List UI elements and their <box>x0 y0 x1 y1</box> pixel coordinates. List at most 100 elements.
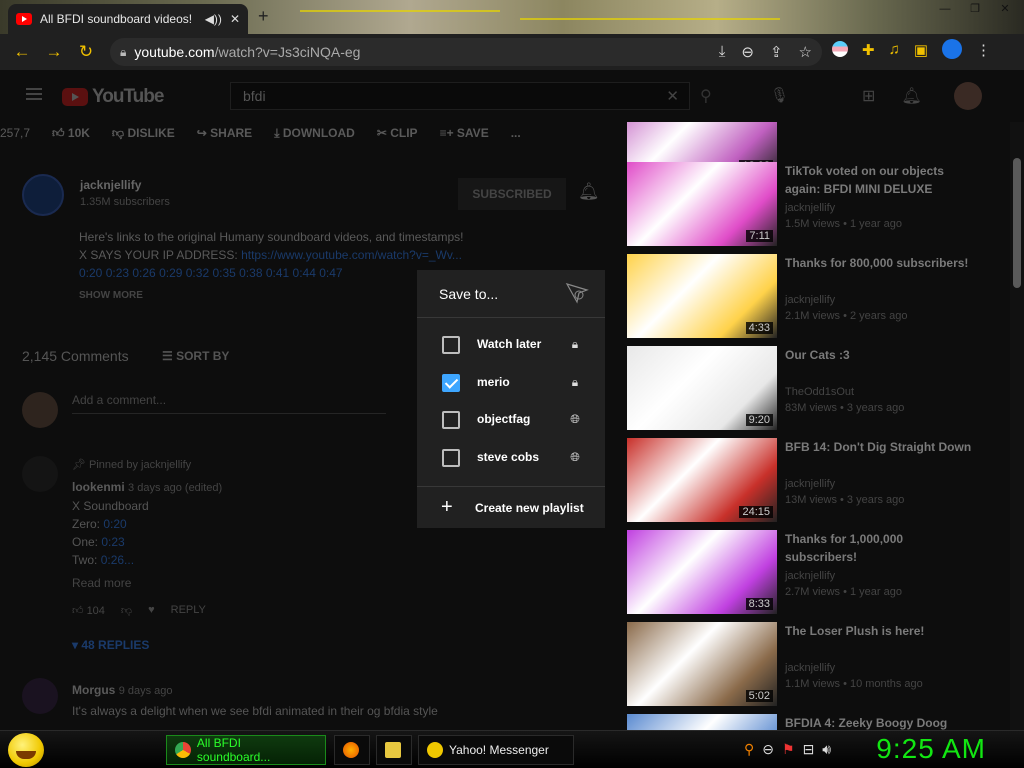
tab-close-icon[interactable]: ✕ <box>230 12 240 26</box>
forward-icon[interactable]: → <box>38 42 70 62</box>
video-title[interactable]: Thanks for 800,000 subscribers! <box>785 254 975 272</box>
chrome-menu-icon[interactable]: ⋮ <box>976 41 991 59</box>
video-title[interactable]: The Loser Plush is here! <box>785 622 975 640</box>
playlist-checkbox[interactable] <box>442 449 460 467</box>
start-button-smiley-icon[interactable] <box>8 733 44 767</box>
comment-time[interactable]: 3 days ago (edited) <box>128 482 222 494</box>
playlist-option[interactable]: steve cobs 🌐︎ <box>417 443 605 473</box>
share-button[interactable]: ↪ SHARE <box>197 126 252 141</box>
video-channel[interactable]: jacknjellify <box>785 662 835 674</box>
read-more-button[interactable]: Read more <box>72 576 131 590</box>
lock-icon[interactable]: 🔒︎ <box>120 45 126 60</box>
zoom-icon[interactable]: ⊖ <box>741 43 754 61</box>
search-input[interactable]: bfdi ✕ <box>230 82 690 110</box>
scrollbar-thumb[interactable] <box>1013 158 1021 288</box>
show-more-button[interactable]: SHOW MORE <box>79 290 143 301</box>
video-title[interactable]: TikTok voted on our objects again: BFDI … <box>785 162 975 198</box>
video-channel[interactable]: jacknjellify <box>785 202 835 214</box>
like-button[interactable]: 👍︎ 10K <box>52 126 90 141</box>
dislike-button[interactable]: 👎︎ DISLIKE <box>112 126 175 141</box>
new-tab-icon[interactable]: + <box>258 6 269 27</box>
side-panel-icon[interactable]: ▣ <box>914 41 928 59</box>
video-thumbnail[interactable]: 4:33 <box>627 254 777 338</box>
avatar[interactable] <box>22 456 58 492</box>
add-comment-input[interactable]: Add a comment... <box>72 393 386 414</box>
related-video-item[interactable]: 5:02 The Loser Plush is here! jacknjellify… <box>627 622 1007 708</box>
playlist-option[interactable]: merio 🔒︎ <box>417 368 605 398</box>
video-thumbnail[interactable] <box>627 714 777 730</box>
comment-author[interactable]: lookenmi <box>72 480 125 494</box>
video-channel[interactable]: TheOdd1sOut <box>785 386 854 398</box>
download-button[interactable]: ⤓ DOWNLOAD <box>274 126 355 141</box>
taskbar-chrome-button[interactable]: All BFDI soundboard... <box>166 735 326 765</box>
share-icon[interactable]: ⇪ <box>770 43 783 61</box>
timestamp-link[interactable]: 0:26... <box>101 553 134 567</box>
puzzle-extensions-icon[interactable]: ✚ <box>862 41 875 59</box>
stop-tray-icon[interactable]: ⊖ <box>762 741 774 758</box>
video-title[interactable]: Thanks for 1,000,000 subscribers! <box>785 530 975 566</box>
back-icon[interactable]: ← <box>6 42 38 62</box>
reload-icon[interactable]: ↻ <box>70 42 102 62</box>
page-scrollbar[interactable] <box>1010 122 1024 730</box>
related-video-item[interactable]: 7:11 TikTok voted on our objects again: B… <box>627 162 1007 248</box>
playlist-option[interactable]: objectfag 🌐︎ <box>417 405 605 435</box>
save-button[interactable]: ≡+ SAVE <box>440 126 489 141</box>
comment-like-button[interactable]: 👍︎ 104 <box>72 604 105 617</box>
window-close-icon[interactable]: ✕ <box>992 2 1018 16</box>
microphone-icon[interactable]: 🎙︎ <box>770 86 789 104</box>
clip-button[interactable]: ✂ CLIP <box>377 126 418 141</box>
subscribed-button[interactable]: SUBSCRIBED <box>458 178 566 210</box>
video-thumbnail[interactable]: 9:20 <box>627 346 777 430</box>
address-bar[interactable]: 🔒︎ youtube.com/watch?v=Js3ciNQA-eg ⤓ ⊖ ⇪… <box>110 38 822 66</box>
playlist-checkbox[interactable] <box>442 374 460 392</box>
search-icon[interactable]: ⚲ <box>700 86 712 106</box>
channel-avatar[interactable] <box>22 174 64 216</box>
volume-tray-icon[interactable]: 🔊︎ <box>822 741 831 758</box>
video-channel[interactable]: jacknjellify <box>785 478 835 490</box>
user-avatar[interactable] <box>954 82 982 110</box>
related-video-item[interactable]: 9:20 Our Cats :3 TheOdd1sOut 83M views • 3 … <box>627 346 1007 432</box>
video-title[interactable]: BFDIA 4: Zeeky Boogy Doog <box>785 714 975 730</box>
comment-author[interactable]: Morgus <box>72 683 115 697</box>
reply-button[interactable]: REPLY <box>171 604 206 617</box>
related-video-item[interactable]: BFDIA 4: Zeeky Boogy Doog <box>627 714 1007 730</box>
video-channel[interactable]: jacknjellify <box>785 570 835 582</box>
bookmark-star-icon[interactable]: ☆ <box>799 43 812 61</box>
comment-dislike-icon[interactable]: 👎︎ <box>121 604 132 617</box>
timestamp-link[interactable]: 0:20 <box>103 517 126 531</box>
channel-bell-icon[interactable]: 🔔︎ <box>578 182 600 202</box>
description-link[interactable]: https://www.youtube.com/watch?v=_Wv... <box>241 248 462 262</box>
view-replies-button[interactable]: ▾ 48 REPLIES <box>72 638 149 652</box>
channel-name[interactable]: jacknjellify <box>80 178 141 192</box>
comment-time[interactable]: 9 days ago <box>119 685 173 697</box>
playlist-checkbox[interactable] <box>442 411 460 429</box>
related-video-item[interactable]: 8:33 Thanks for 1,000,000 subscribers! jac… <box>627 530 1007 616</box>
playlist-option[interactable]: Watch later 🔒︎ <box>417 330 605 360</box>
install-icon[interactable]: ⤓ <box>719 43 726 61</box>
video-thumbnail[interactable]: 5:02 <box>627 622 777 706</box>
clear-search-icon[interactable]: ✕ <box>666 87 679 105</box>
create-video-icon[interactable]: ⊞ <box>862 86 875 106</box>
taskbar-folder-button[interactable] <box>376 735 412 765</box>
network-tray-icon[interactable]: ⊟ <box>803 741 815 758</box>
media-queue-icon[interactable]: ♫ <box>889 41 900 59</box>
more-actions-button[interactable]: ... <box>511 126 521 141</box>
video-thumbnail[interactable]: 24:15 <box>627 438 777 522</box>
timestamp-link[interactable]: 0:23 <box>101 535 124 549</box>
trans-flag-extension-icon[interactable] <box>832 41 848 57</box>
related-video-item[interactable]: 24:15 BFB 14: Don't Dig Straight Down jack… <box>627 438 1007 524</box>
flag-alert-tray-icon[interactable]: ⚑ <box>782 741 795 758</box>
maximize-icon[interactable]: ❐ <box>962 2 988 16</box>
sort-by-button[interactable]: ☰ SORT BY <box>162 349 229 363</box>
notifications-bell-icon[interactable]: 🔔︎ <box>901 86 921 106</box>
speaker-icon[interactable]: ◀)) <box>205 12 222 26</box>
create-new-playlist-button[interactable]: + Create new playlist <box>417 496 605 522</box>
video-thumbnail[interactable]: 8:33 <box>627 530 777 614</box>
avatar[interactable] <box>22 678 58 714</box>
playlist-checkbox[interactable] <box>442 336 460 354</box>
youtube-logo[interactable]: YouTube <box>62 86 164 108</box>
url-text[interactable]: youtube.com/watch?v=Js3ciNQA-eg <box>134 44 360 60</box>
video-title[interactable]: BFB 14: Don't Dig Straight Down <box>785 438 975 456</box>
taskbar-firefox-button[interactable] <box>334 735 370 765</box>
minimize-icon[interactable]: — <box>932 2 958 16</box>
